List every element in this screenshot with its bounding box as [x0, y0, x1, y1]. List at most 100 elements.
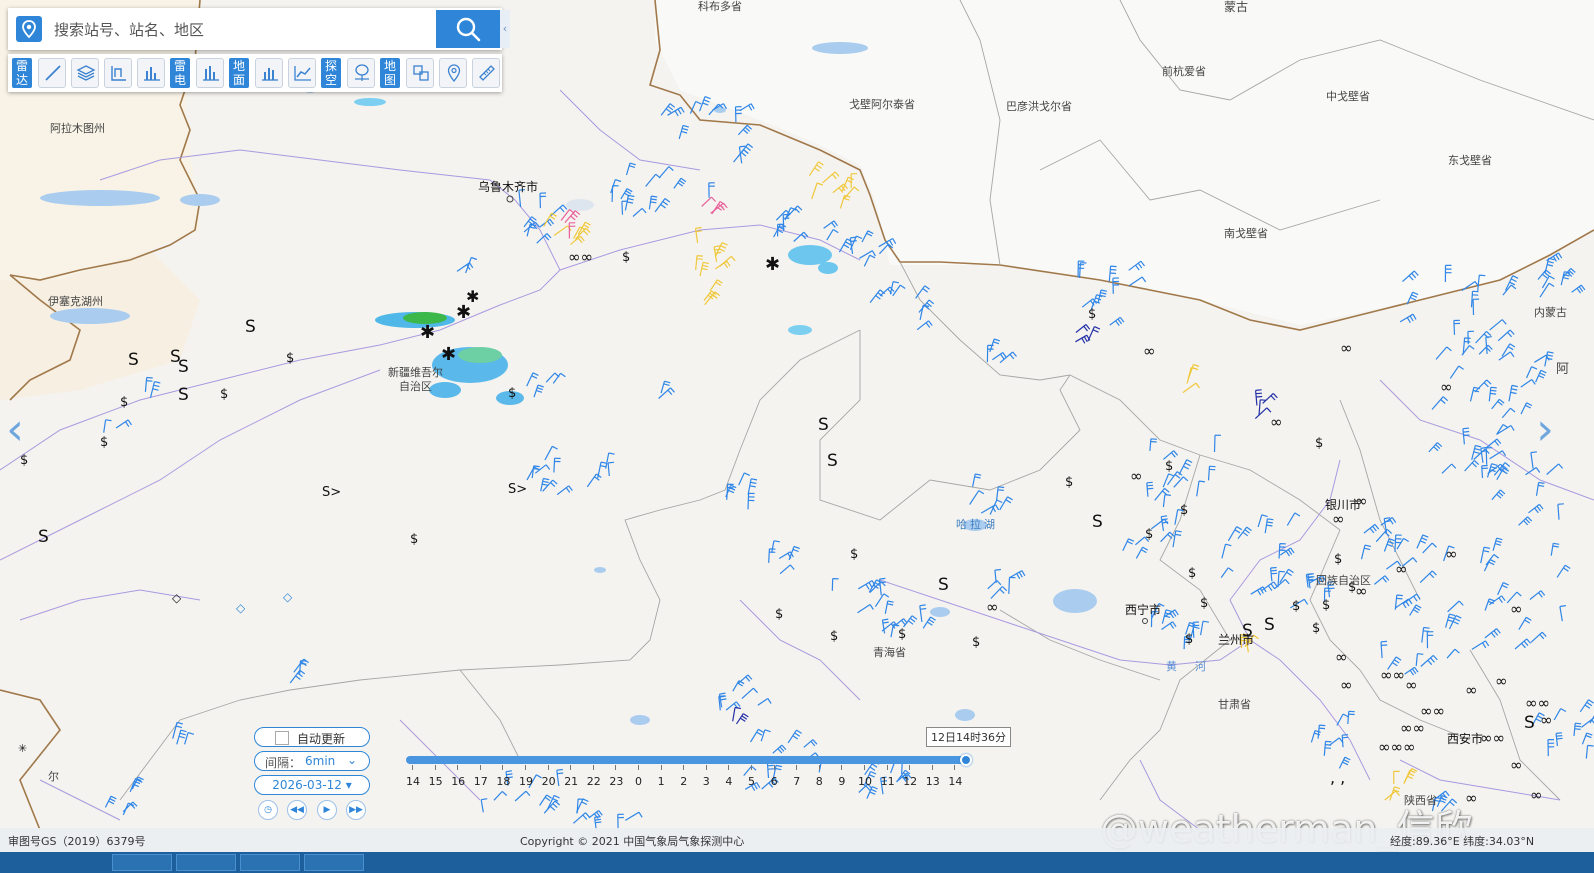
chevron-down-icon: ⌄: [347, 753, 358, 767]
date-select[interactable]: 2026-03-12 ▾: [254, 775, 370, 795]
svg-text:S: S: [1524, 713, 1535, 733]
svg-text:S: S: [178, 385, 189, 405]
fast-forward-icon[interactable]: ▶▶: [346, 800, 366, 820]
svg-text:$: $: [1292, 599, 1300, 614]
timeline-tick-label: 21: [564, 775, 579, 788]
region-label-a: 阿: [1556, 362, 1570, 377]
radar-profile-tool[interactable]: [104, 58, 132, 88]
lightning-histogram-tool[interactable]: [196, 58, 224, 88]
timeline-track[interactable]: [406, 756, 966, 764]
svg-text:$: $: [1145, 527, 1153, 542]
city-label-lanzhou[interactable]: 兰州市: [1218, 631, 1254, 648]
region-label-kobdo: 科布多省: [698, 0, 742, 13]
search-button[interactable]: [436, 10, 500, 48]
interval-select[interactable]: 间隔： 6min ⌄: [254, 751, 370, 771]
svg-text:∞: ∞: [1465, 681, 1478, 699]
map-pin-icon: [22, 20, 36, 38]
timeline-tick-label: 10: [858, 775, 872, 788]
timeline-tick-label: 20: [541, 775, 556, 788]
timeline-handle[interactable]: [960, 754, 972, 766]
svg-text:S: S: [1264, 615, 1275, 635]
map-switch-tool[interactable]: [406, 58, 434, 88]
radar-line-tool[interactable]: [38, 58, 66, 88]
city-label-xian[interactable]: 西安市: [1447, 730, 1483, 747]
svg-text:$: $: [1165, 459, 1173, 474]
radar-histogram-tool[interactable]: [137, 58, 165, 88]
region-label-ningxia: 回族自治区: [1316, 574, 1371, 587]
svg-text:$: $: [20, 453, 28, 468]
radar-layers-tool[interactable]: [71, 58, 99, 88]
surface-trend-tool[interactable]: [288, 58, 316, 88]
timeline-tick-mark: [796, 765, 798, 770]
collapse-panel-button[interactable]: ‹: [500, 10, 510, 48]
surface-category-label[interactable]: 地面: [229, 58, 249, 88]
city-label-yinchuan[interactable]: 银川市: [1325, 496, 1361, 513]
svg-text:$: $: [1065, 475, 1073, 490]
svg-text:$: $: [775, 607, 783, 622]
sounding-category-label[interactable]: 探空: [321, 58, 341, 88]
date-value: 2026-03-12: [272, 778, 342, 792]
timeline-tick-mark: [841, 765, 843, 770]
svg-text:∞∞∞: ∞∞∞: [1378, 738, 1416, 756]
lightning-category-label[interactable]: 雷电: [170, 58, 190, 88]
svg-text:◇: ◇: [236, 601, 246, 615]
taskbar-item[interactable]: [112, 854, 172, 871]
svg-text:$: $: [1180, 503, 1188, 518]
timeline-tick-label: 5: [748, 775, 755, 788]
timeline-tick-label: 12: [903, 775, 918, 788]
timeline-tick-mark: [773, 765, 775, 770]
step-chart-icon: [111, 66, 126, 81]
svg-text:$: $: [286, 351, 294, 366]
timeline-tick-mark: [434, 765, 436, 770]
map-category-label[interactable]: 地图: [380, 58, 400, 88]
timeline-tick-label: 0: [635, 775, 642, 788]
map-locate-tool[interactable]: [439, 58, 467, 88]
taskbar-item[interactable]: [240, 854, 300, 871]
city-label-urumqi[interactable]: 乌鲁木齐市: [478, 178, 538, 195]
map-measure-tool[interactable]: [472, 58, 500, 88]
svg-text:$: $: [1188, 566, 1196, 581]
timeline-tick-mark: [954, 765, 956, 770]
timeline-tick-mark: [683, 765, 685, 770]
svg-text:$: $: [120, 395, 128, 410]
clock-icon[interactable]: ◷: [258, 800, 278, 820]
timeline-tick-mark: [502, 765, 504, 770]
timeline-tick-label: 14: [948, 775, 963, 788]
region-label-er: 尔: [48, 770, 59, 783]
svg-text:∞: ∞: [1510, 756, 1523, 774]
svg-text:∞: ∞: [1405, 676, 1418, 694]
svg-text:S: S: [128, 350, 139, 370]
region-label-qianhangai: 前杭爱省: [1162, 65, 1206, 78]
rewind-icon[interactable]: ◀◀: [287, 800, 307, 820]
location-button[interactable]: [16, 16, 42, 42]
svg-text:S: S: [178, 357, 189, 377]
timeline-tick-mark: [728, 765, 730, 770]
interval-value: 6min: [305, 754, 336, 768]
radar-category-label[interactable]: 雷达: [12, 58, 32, 88]
search-input[interactable]: [52, 16, 426, 44]
timeline-tick-mark: [818, 765, 820, 770]
region-label-issykkul: 伊塞克湖州: [48, 295, 103, 308]
cursor-coordinates: 经度:89.36°E 纬度:34.03°N: [1390, 835, 1535, 848]
timeline-tick-mark: [705, 765, 707, 770]
timeline-tick-label: 6: [770, 775, 778, 788]
timeline-tick-label: 18: [496, 775, 511, 788]
next-arrow-icon[interactable]: ›: [1530, 405, 1560, 455]
svg-text:S: S: [38, 527, 49, 547]
svg-text:S: S: [1092, 512, 1103, 532]
previous-arrow-icon[interactable]: ‹: [0, 405, 30, 455]
play-icon[interactable]: ▶: [317, 800, 337, 820]
svg-text:S: S: [818, 415, 829, 435]
sounding-balloon-tool[interactable]: [347, 58, 375, 88]
map-canvas[interactable]: S S S S S S S S S S S S S S> S> $ $ $ $ …: [0, 0, 1594, 873]
search-icon: [456, 17, 481, 42]
taskbar-item[interactable]: [304, 854, 364, 871]
city-label-xining[interactable]: 西宁市: [1125, 601, 1161, 618]
auto-update-checkbox[interactable]: [275, 731, 289, 745]
region-label-neimenggu: 内蒙古: [1534, 306, 1567, 319]
timeline-tick-mark: [864, 765, 865, 770]
surface-histogram-tool[interactable]: [255, 58, 283, 88]
taskbar-item[interactable]: [176, 854, 236, 871]
auto-update-toggle[interactable]: 自动更新: [254, 727, 370, 747]
timeline-tick-label: 8: [815, 775, 823, 788]
